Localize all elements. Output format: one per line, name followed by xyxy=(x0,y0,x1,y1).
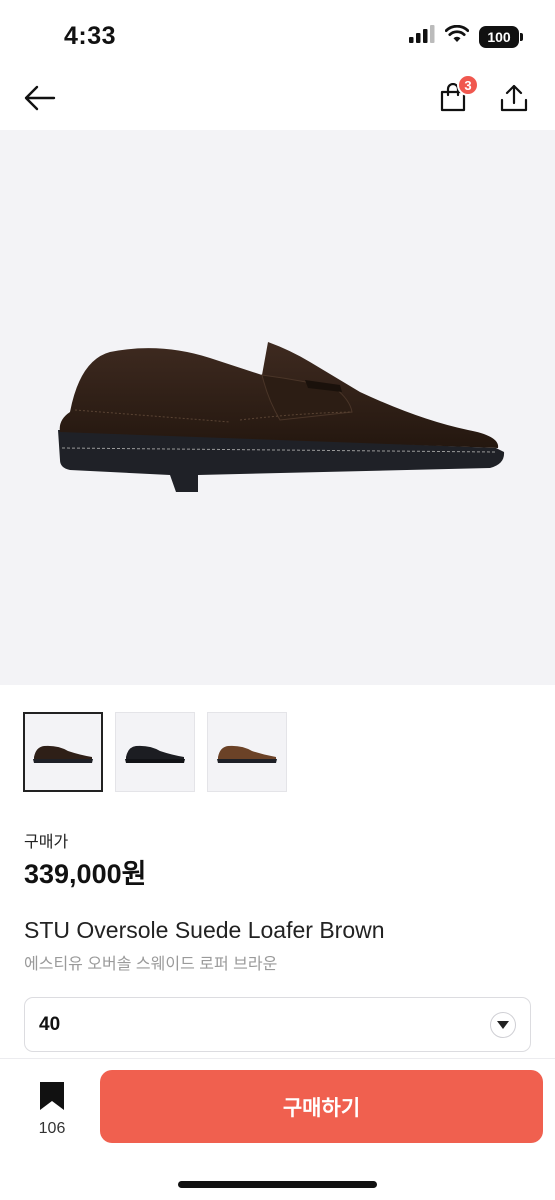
battery-level: 100 xyxy=(487,28,511,45)
product-image[interactable] xyxy=(0,130,555,685)
product-title: STU Oversole Suede Loafer Brown xyxy=(24,917,385,943)
thumbnail-image xyxy=(217,745,277,763)
thumbnail-black[interactable] xyxy=(115,712,195,792)
cart-button[interactable]: 3 xyxy=(433,74,479,120)
cart-count-badge: 3 xyxy=(457,74,479,96)
price-label: 구매가 xyxy=(24,834,69,851)
status-time: 4:33 xyxy=(64,22,117,50)
signal-icon xyxy=(409,25,435,48)
thumbnail-image xyxy=(33,745,93,763)
wifi-icon xyxy=(444,24,470,48)
back-button[interactable] xyxy=(20,80,60,120)
top-nav: 3 xyxy=(0,70,555,130)
price-value: 339,000원 xyxy=(24,859,147,889)
thumbnail-image xyxy=(125,745,185,763)
bookmark-icon xyxy=(39,1081,65,1116)
status-icons: 100 xyxy=(409,24,523,48)
share-button[interactable] xyxy=(494,80,534,120)
battery-icon: 100 xyxy=(479,25,523,48)
size-value: 40 xyxy=(39,1013,61,1035)
buy-button[interactable]: 구매하기 xyxy=(100,1070,543,1143)
bookmark-button[interactable]: 106 xyxy=(30,1081,74,1138)
chevron-down-icon xyxy=(490,1012,516,1038)
size-select[interactable]: 40 xyxy=(24,997,531,1052)
back-arrow-icon xyxy=(24,85,56,116)
share-icon xyxy=(499,83,529,118)
bottom-action-bar: 106 구매하기 xyxy=(0,1058,555,1200)
thumbnail-brown[interactable] xyxy=(207,712,287,792)
loafer-illustration xyxy=(58,342,505,492)
home-indicator xyxy=(178,1181,377,1188)
product-title-korean: 에스티유 오버솔 스웨이드 로퍼 브라운 xyxy=(24,956,278,973)
status-bar: 4:33 100 xyxy=(0,0,555,70)
bookmark-count: 106 xyxy=(38,1120,66,1137)
thumbnail-dark-brown[interactable] xyxy=(23,712,103,792)
thumbnail-strip xyxy=(23,712,287,792)
